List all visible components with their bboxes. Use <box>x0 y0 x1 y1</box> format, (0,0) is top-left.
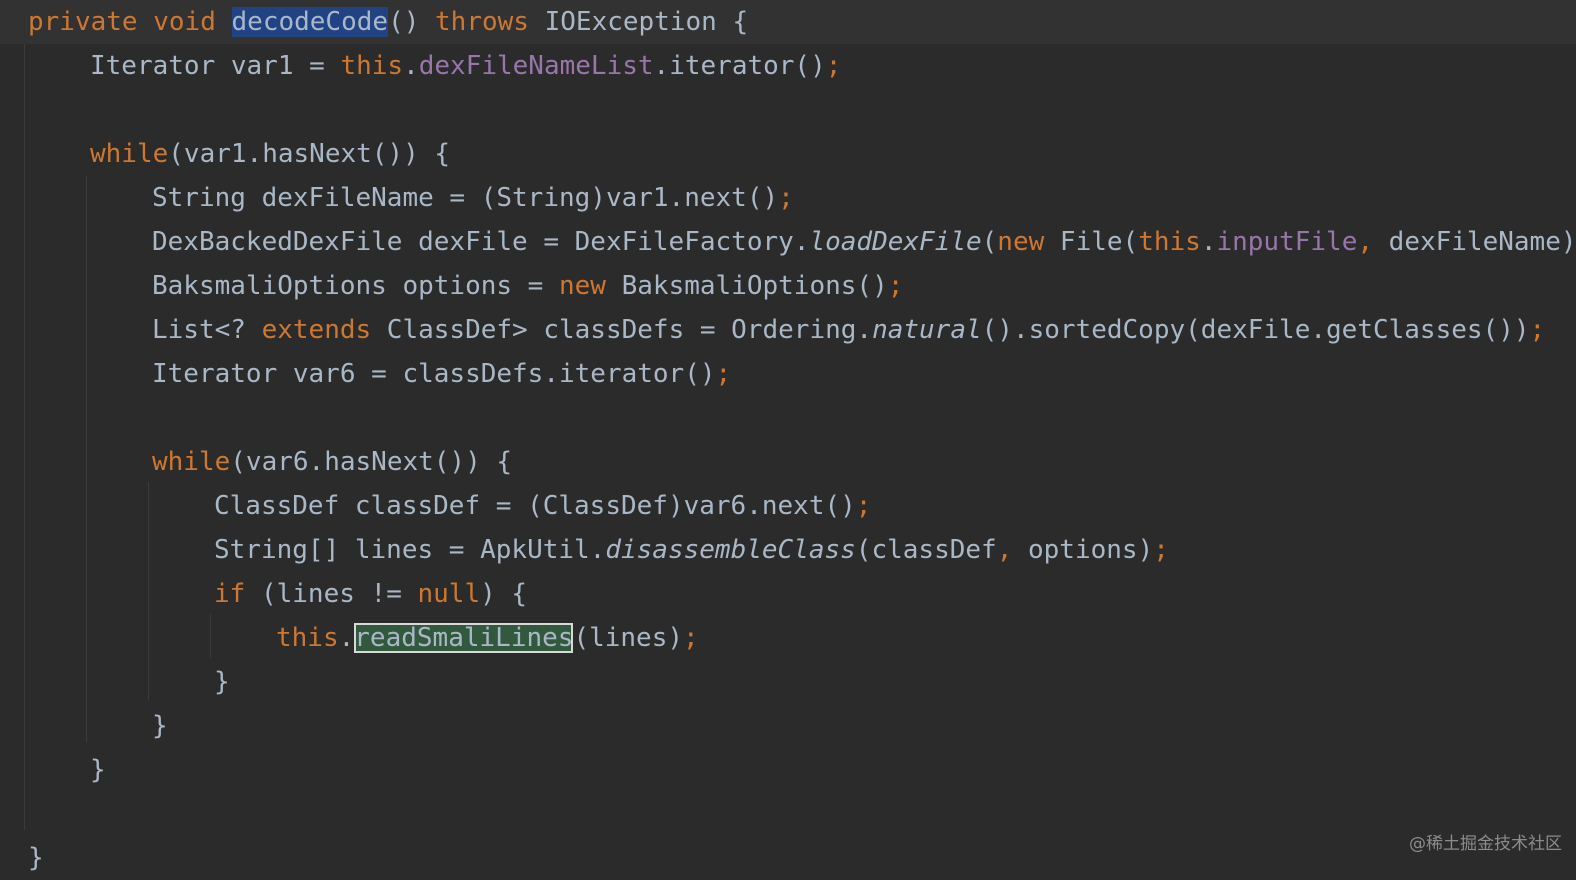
code-line[interactable]: Iterator var1 = this.dexFileNameList.ite… <box>90 44 841 88</box>
code-text: Iterator var6 = classDefs.iterator() <box>152 359 716 389</box>
code-text: (var6.hasNext()) { <box>230 447 513 477</box>
code-line-while[interactable]: while(var6.hasNext()) { <box>152 440 512 484</box>
semicolon: ; <box>825 51 842 81</box>
exception-type[interactable]: IOException { <box>545 7 749 37</box>
code-line[interactable]: String dexFileName = (String)var1.next()… <box>152 176 794 220</box>
keyword-void: void <box>153 7 216 37</box>
static-call-disassembleClass[interactable]: disassembleClass <box>605 535 855 565</box>
code-line[interactable]: Iterator var6 = classDefs.iterator(); <box>152 352 731 396</box>
indent-guide <box>86 176 87 742</box>
closing-brace: } <box>28 843 44 873</box>
keyword-new: new <box>559 271 606 301</box>
keyword-this: this <box>276 623 339 653</box>
code-text: BaksmaliOptions options = <box>152 271 559 301</box>
method-call-readSmaliLines[interactable]: readSmaliLines <box>354 623 574 653</box>
semicolon: ; <box>715 359 732 389</box>
keyword-if: if <box>214 579 246 609</box>
indent-guide <box>210 614 211 658</box>
code-text: ) { <box>480 579 528 609</box>
code-line[interactable]: String[] lines = ApkUtil.disassembleClas… <box>214 528 1169 572</box>
keyword-extends: extends <box>261 315 372 345</box>
code-text: File( <box>1044 227 1139 257</box>
code-text: ClassDef classDef = (ClassDef)var6.next(… <box>214 491 856 521</box>
closing-brace: } <box>214 667 230 697</box>
code-line-if[interactable]: if (lines != null) { <box>214 572 527 616</box>
code-text: options) <box>1012 535 1154 565</box>
code-text: BaksmaliOptions() <box>605 271 888 301</box>
indent-guide <box>148 482 149 700</box>
watermark: @稀土掘金技术社区 <box>1409 834 1562 854</box>
closing-brace: } <box>152 711 168 741</box>
code-line-method-signature[interactable]: private void decodeCode() throws IOExcep… <box>28 0 748 44</box>
static-call-natural[interactable]: natural <box>872 315 982 345</box>
comma: , <box>1357 227 1374 257</box>
code-line[interactable]: DexBackedDexFile dexFile = DexFileFactor… <box>152 220 1576 264</box>
keyword-this: this <box>340 51 404 81</box>
code-editor[interactable]: private void decodeCode() throws IOExcep… <box>0 0 1576 873</box>
code-text: Iterator var1 = <box>90 51 341 81</box>
code-line[interactable]: this.readSmaliLines(lines); <box>276 616 699 660</box>
code-text: dexFileName) <box>1373 227 1576 257</box>
keyword-while: while <box>152 447 231 477</box>
code-text: (var1.hasNext()) { <box>168 139 451 169</box>
code-line[interactable]: BaksmaliOptions options = new BaksmaliOp… <box>152 264 903 308</box>
code-text: (classDef <box>855 535 997 565</box>
keyword-throws: throws <box>435 7 529 37</box>
code-text: . <box>338 623 355 653</box>
static-call-loadDexFile[interactable]: loadDexFile <box>809 227 981 257</box>
code-text: DexBackedDexFile dexFile = DexFileFactor… <box>152 227 810 257</box>
indent-guide <box>24 44 25 830</box>
method-parens: () <box>388 7 420 37</box>
code-text: (lines) <box>573 623 684 653</box>
code-text: . <box>403 51 419 81</box>
code-line[interactable]: List<? extends ClassDef> classDefs = Ord… <box>152 308 1545 352</box>
field-inputFile[interactable]: inputFile <box>1216 227 1357 257</box>
code-text: ( <box>981 227 998 257</box>
semicolon: ; <box>778 183 794 213</box>
semicolon: ; <box>683 623 699 653</box>
code-text: . <box>1200 227 1217 257</box>
keyword-this: this <box>1138 227 1201 257</box>
semicolon: ; <box>1153 535 1169 565</box>
code-line-while[interactable]: while(var1.hasNext()) { <box>90 132 450 176</box>
method-name-decodeCode[interactable]: decodeCode <box>231 7 389 37</box>
code-text: ().sortedCopy(dexFile.getClasses()) <box>981 315 1530 345</box>
code-text: String[] lines = ApkUtil. <box>214 535 606 565</box>
code-text: ClassDef> classDefs = Ordering. <box>371 315 873 345</box>
comma: , <box>996 535 1013 565</box>
semicolon: ; <box>1529 315 1546 345</box>
keyword-null: null <box>417 579 481 609</box>
code-text: (lines != <box>245 579 418 609</box>
field-dexFileNameList[interactable]: dexFileNameList <box>419 51 654 81</box>
code-text: .iterator() <box>653 51 826 81</box>
semicolon: ; <box>855 491 872 521</box>
keyword-new: new <box>997 227 1045 257</box>
code-text: List<? <box>152 315 262 345</box>
code-text: String dexFileName = (String)var1.next() <box>152 183 779 213</box>
semicolon: ; <box>887 271 904 301</box>
code-line[interactable]: ClassDef classDef = (ClassDef)var6.next(… <box>214 484 871 528</box>
keyword-private: private <box>28 7 138 37</box>
keyword-while: while <box>90 139 169 169</box>
closing-brace: } <box>90 755 106 785</box>
